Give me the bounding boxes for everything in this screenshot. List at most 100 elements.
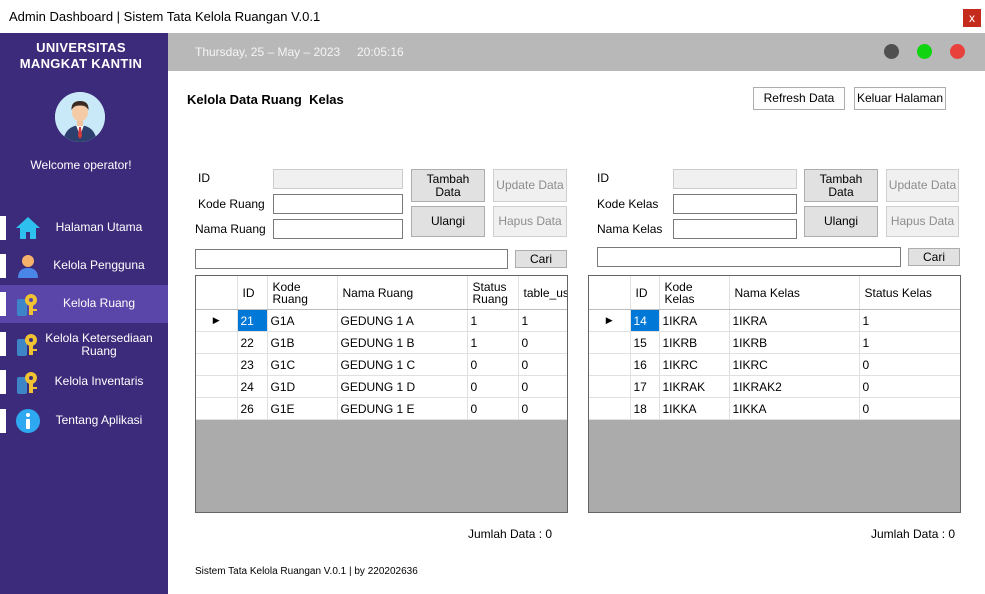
row-selector[interactable]	[589, 331, 631, 354]
cell-status[interactable]: 0	[467, 397, 519, 420]
cell-kode[interactable]: G1D	[267, 375, 338, 398]
row-selector[interactable]	[196, 375, 238, 398]
row-selector-arrow-icon[interactable]: ▶	[589, 309, 631, 332]
cell-status[interactable]: 0	[859, 353, 960, 376]
cell-table-use[interactable]: 1	[518, 309, 567, 332]
cell-kode[interactable]: 1IKKA	[659, 397, 730, 420]
table-row[interactable]: 16 1IKRC 1IKRC 0	[589, 353, 960, 376]
kode-kelas-field[interactable]	[673, 194, 797, 214]
row-selector-arrow-icon[interactable]: ▶	[196, 309, 238, 332]
cell-kode[interactable]: G1C	[267, 353, 338, 376]
ruang-cari-button[interactable]: Cari	[515, 250, 567, 268]
kelas-cari-button[interactable]: Cari	[908, 248, 960, 266]
column-header-id[interactable]: ID	[237, 276, 268, 310]
cell-nama[interactable]: 1IKRB	[729, 331, 860, 354]
nama-kelas-field[interactable]	[673, 219, 797, 239]
column-header-id[interactable]: ID	[630, 276, 660, 310]
ruang-id-field[interactable]	[273, 169, 403, 189]
keluar-halaman-button[interactable]: Keluar Halaman	[854, 87, 946, 110]
table-row[interactable]: 24 G1D GEDUNG 1 D 0 0	[196, 375, 567, 398]
row-selector[interactable]	[589, 397, 631, 420]
cell-nama[interactable]: GEDUNG 1 E	[337, 397, 468, 420]
nama-ruang-field[interactable]	[273, 219, 403, 239]
cell-status[interactable]: 0	[467, 353, 519, 376]
cell-id[interactable]: 23	[237, 353, 268, 376]
cell-nama[interactable]: GEDUNG 1 A	[337, 309, 468, 332]
table-row[interactable]: ▶ 14 1IKRA 1IKRA 1	[589, 309, 960, 332]
table-row[interactable]: 15 1IKRB 1IKRB 1	[589, 331, 960, 354]
cell-nama[interactable]: GEDUNG 1 B	[337, 331, 468, 354]
ruang-hapus-data-button[interactable]: Hapus Data	[493, 206, 567, 237]
column-header-table-use[interactable]: table_use	[518, 276, 567, 310]
refresh-data-button[interactable]: Refresh Data	[753, 87, 845, 110]
kelas-hapus-data-button[interactable]: Hapus Data	[886, 206, 959, 237]
kelas-ulangi-button[interactable]: Ulangi	[804, 206, 878, 237]
cell-kode[interactable]: G1A	[267, 309, 338, 332]
cell-status[interactable]: 1	[467, 331, 519, 354]
kelas-id-field[interactable]	[673, 169, 797, 189]
cell-table-use[interactable]: 0	[518, 331, 567, 354]
sidebar-item-kelola-ruang[interactable]: Kelola Ruang	[0, 285, 168, 323]
sidebar-item-kelola-inventaris[interactable]: Kelola Inventaris	[0, 363, 168, 401]
kode-ruang-field[interactable]	[273, 194, 403, 214]
cell-kode[interactable]: 1IKRC	[659, 353, 730, 376]
row-selector[interactable]	[196, 331, 238, 354]
cell-id[interactable]: 14	[630, 309, 660, 332]
cell-status[interactable]: 0	[467, 375, 519, 398]
cell-id[interactable]: 18	[630, 397, 660, 420]
cell-kode[interactable]: G1B	[267, 331, 338, 354]
table-row[interactable]: 26 G1E GEDUNG 1 E 0 0	[196, 397, 567, 420]
row-selector[interactable]	[589, 375, 631, 398]
kelas-search-input[interactable]	[597, 247, 901, 267]
cell-kode[interactable]: 1IKRB	[659, 331, 730, 354]
cell-table-use[interactable]: 0	[518, 375, 567, 398]
sidebar-item-halaman-utama[interactable]: Halaman Utama	[0, 209, 168, 247]
kelas-data-grid[interactable]: ID Kode Kelas Nama Kelas Status Kelas ▶ …	[588, 275, 961, 513]
ruang-data-grid[interactable]: ID Kode Ruang Nama Ruang Status Ruang ta…	[195, 275, 568, 513]
column-header-status-ruang[interactable]: Status Ruang	[467, 276, 519, 310]
cell-status[interactable]: 1	[467, 309, 519, 332]
cell-status[interactable]: 1	[859, 331, 960, 354]
table-row[interactable]: 22 G1B GEDUNG 1 B 1 0	[196, 331, 567, 354]
row-selector[interactable]	[589, 353, 631, 376]
sidebar-item-kelola-ketersediaan-ruang[interactable]: Kelola Ketersediaan Ruang	[0, 325, 168, 363]
cell-id[interactable]: 17	[630, 375, 660, 398]
cell-table-use[interactable]: 0	[518, 397, 567, 420]
cell-status[interactable]: 1	[859, 309, 960, 332]
kelas-tambah-data-button[interactable]: Tambah Data	[804, 169, 878, 202]
close-button[interactable]: x	[963, 9, 981, 27]
table-row[interactable]: 18 1IKKA 1IKKA 0	[589, 397, 960, 420]
cell-nama[interactable]: 1IKRA	[729, 309, 860, 332]
sidebar-item-kelola-pengguna[interactable]: Kelola Pengguna	[0, 247, 168, 285]
cell-nama[interactable]: GEDUNG 1 C	[337, 353, 468, 376]
sidebar-item-tentang-aplikasi[interactable]: Tentang Aplikasi	[0, 402, 168, 440]
gray-dot-icon[interactable]	[884, 44, 899, 59]
cell-table-use[interactable]: 0	[518, 353, 567, 376]
table-row[interactable]: 23 G1C GEDUNG 1 C 0 0	[196, 353, 567, 376]
cell-id[interactable]: 16	[630, 353, 660, 376]
ruang-ulangi-button[interactable]: Ulangi	[411, 206, 485, 237]
cell-status[interactable]: 0	[859, 397, 960, 420]
cell-nama[interactable]: 1IKRC	[729, 353, 860, 376]
row-selector[interactable]	[196, 353, 238, 376]
table-row[interactable]: ▶ 21 G1A GEDUNG 1 A 1 1	[196, 309, 567, 332]
cell-status[interactable]: 0	[859, 375, 960, 398]
row-selector[interactable]	[196, 397, 238, 420]
red-dot-icon[interactable]	[950, 44, 965, 59]
cell-id[interactable]: 15	[630, 331, 660, 354]
column-header-nama-kelas[interactable]: Nama Kelas	[729, 276, 860, 310]
table-row[interactable]: 17 1IKRAK 1IKRAK2 0	[589, 375, 960, 398]
ruang-search-input[interactable]	[195, 249, 508, 269]
ruang-update-data-button[interactable]: Update Data	[493, 169, 567, 202]
ruang-tambah-data-button[interactable]: Tambah Data	[411, 169, 485, 202]
cell-nama[interactable]: 1IKKA	[729, 397, 860, 420]
green-dot-icon[interactable]	[917, 44, 932, 59]
cell-nama[interactable]: GEDUNG 1 D	[337, 375, 468, 398]
column-header-kode-ruang[interactable]: Kode Ruang	[267, 276, 338, 310]
cell-id[interactable]: 21	[237, 309, 268, 332]
cell-id[interactable]: 24	[237, 375, 268, 398]
cell-id[interactable]: 22	[237, 331, 268, 354]
cell-kode[interactable]: 1IKRA	[659, 309, 730, 332]
kelas-update-data-button[interactable]: Update Data	[886, 169, 959, 202]
cell-kode[interactable]: G1E	[267, 397, 338, 420]
